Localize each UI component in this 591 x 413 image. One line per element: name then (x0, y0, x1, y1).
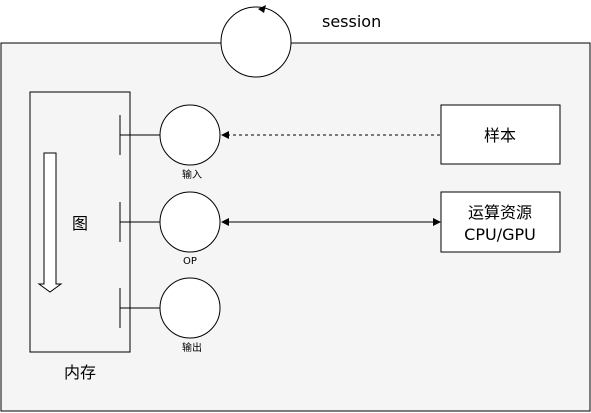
session-cycle-icon (220, 6, 292, 78)
compute-label-line2: CPU/GPU (464, 225, 536, 244)
op-node (159, 191, 221, 253)
memory-label: 内存 (64, 363, 96, 382)
samples-label: 样本 (484, 126, 516, 145)
diagram-canvas: session 内存 图 输入 OP 输出 样本 运算资源 CPU/GPU (0, 5, 591, 412)
session-label: session (322, 12, 381, 31)
compute-label-line1: 运算资源 (468, 203, 532, 222)
op-node-label: OP (183, 256, 197, 267)
output-node-label: 输出 (182, 341, 202, 354)
input-node (159, 104, 221, 166)
input-node-label: 输入 (182, 168, 202, 181)
output-node (159, 277, 221, 339)
graph-label: 图 (72, 214, 88, 233)
